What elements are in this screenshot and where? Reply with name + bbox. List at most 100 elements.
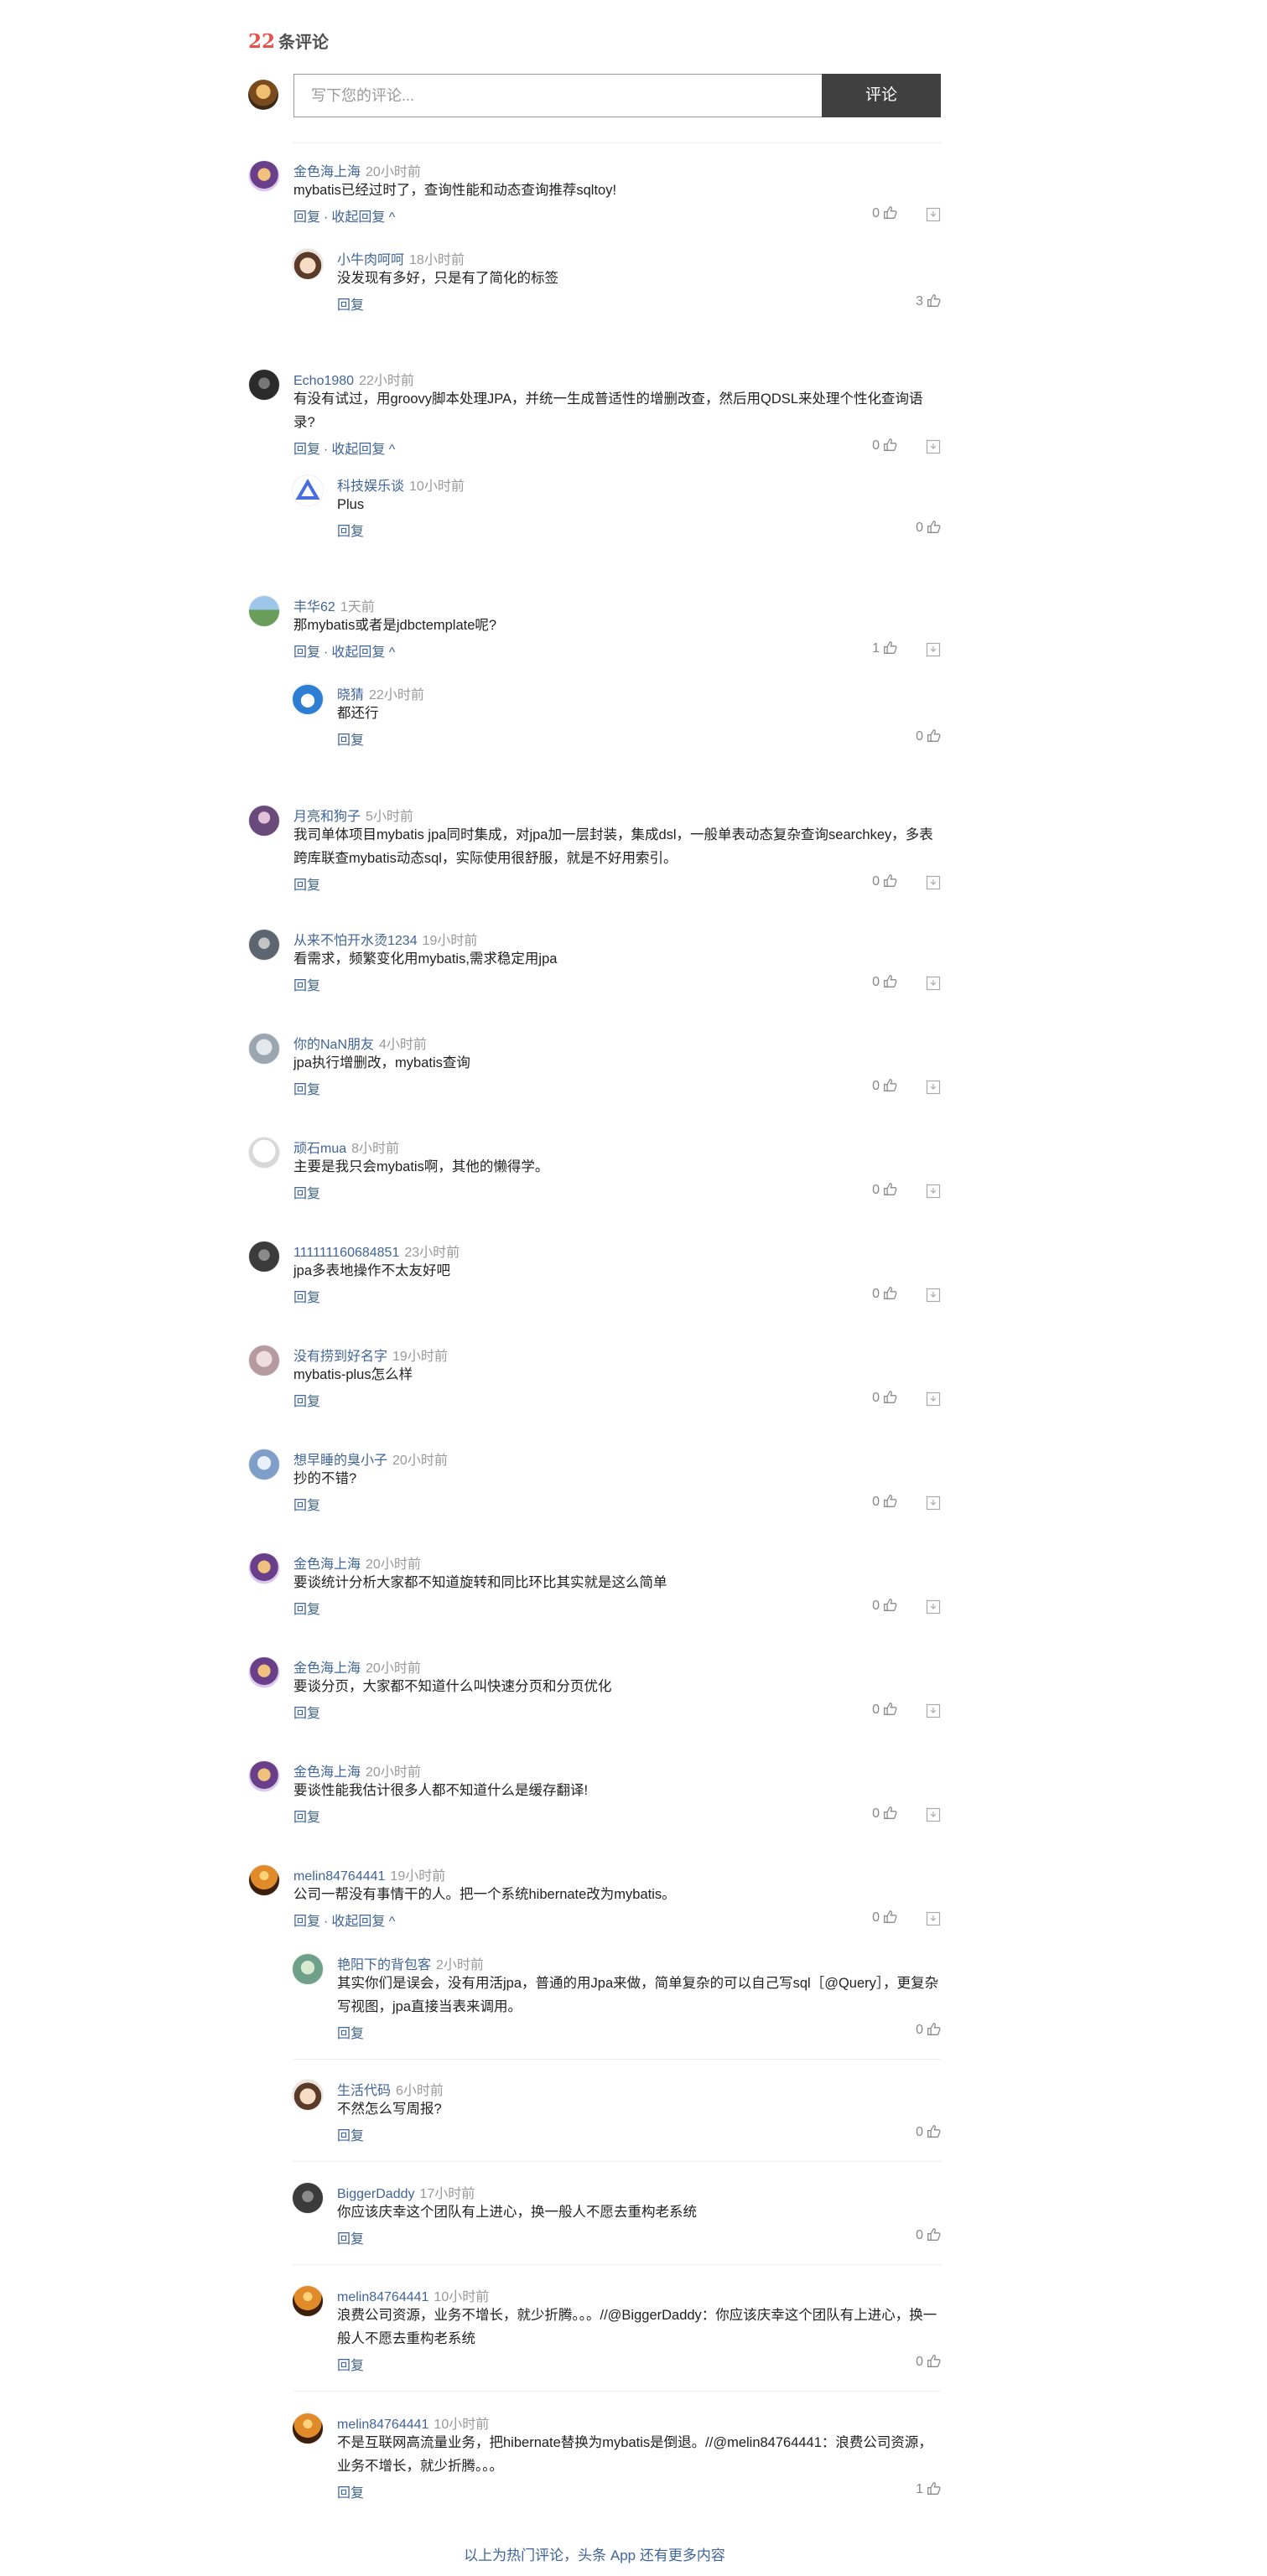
reply-link[interactable]: 回复 bbox=[293, 879, 320, 893]
like-button[interactable]: 0 bbox=[872, 974, 897, 990]
user-name-link[interactable]: 生活代码 bbox=[337, 2084, 391, 2098]
like-button[interactable]: 0 bbox=[872, 1182, 897, 1198]
report-icon[interactable] bbox=[926, 1911, 941, 1926]
thumbs-up-icon[interactable] bbox=[883, 1910, 897, 1924]
user-name-link[interactable]: melin84764441 bbox=[337, 2290, 428, 2304]
report-icon[interactable] bbox=[926, 1807, 941, 1822]
like-button[interactable]: 0 bbox=[872, 1702, 897, 1718]
user-name-link[interactable]: 金色海上海 bbox=[293, 1558, 361, 1572]
like-button[interactable]: 1 bbox=[916, 2481, 941, 2497]
thumbs-up-icon[interactable] bbox=[883, 1182, 897, 1196]
thumbs-up-icon[interactable] bbox=[883, 1390, 897, 1404]
like-button[interactable]: 0 bbox=[872, 1910, 897, 1926]
reply-link[interactable]: 回复 bbox=[293, 1395, 320, 1409]
like-button[interactable]: 0 bbox=[916, 520, 941, 536]
thumbs-up-icon[interactable] bbox=[927, 2354, 941, 2368]
reply-link[interactable]: 回复 bbox=[337, 2359, 364, 2373]
thumbs-up-icon[interactable] bbox=[883, 438, 897, 452]
reply-link[interactable]: 回复 bbox=[293, 645, 320, 660]
thumbs-up-icon[interactable] bbox=[883, 1078, 897, 1092]
like-button[interactable]: 0 bbox=[916, 2354, 941, 2370]
report-icon[interactable] bbox=[926, 439, 941, 454]
user-name-link[interactable]: 晓猜 bbox=[337, 688, 364, 702]
chevron-up-icon[interactable]: ^ bbox=[385, 210, 396, 225]
comment-input[interactable]: 写下您的评论... bbox=[293, 74, 822, 117]
thumbs-up-icon[interactable] bbox=[927, 520, 941, 534]
report-icon[interactable] bbox=[926, 1080, 941, 1095]
reply-link[interactable]: 回复 bbox=[293, 1083, 320, 1097]
thumbs-up-icon[interactable] bbox=[927, 293, 941, 308]
thumbs-up-icon[interactable] bbox=[883, 205, 897, 220]
sketch-avatar[interactable] bbox=[248, 1033, 280, 1065]
thumbs-up-icon[interactable] bbox=[883, 1494, 897, 1508]
like-button[interactable]: 0 bbox=[872, 1390, 897, 1406]
user-name-link[interactable]: 月亮和狗子 bbox=[293, 810, 361, 824]
like-button[interactable]: 1 bbox=[872, 640, 897, 656]
like-button[interactable]: 0 bbox=[916, 728, 941, 744]
thumbs-up-icon[interactable] bbox=[883, 640, 897, 655]
report-icon[interactable] bbox=[926, 1184, 941, 1199]
reply-link[interactable]: 回复 bbox=[337, 2129, 364, 2143]
report-icon[interactable] bbox=[926, 1495, 941, 1511]
user-name-link[interactable]: 从来不怕开水烫1234 bbox=[293, 934, 418, 948]
like-button[interactable]: 0 bbox=[872, 1806, 897, 1822]
user-name-link[interactable]: 想早睡的臭小子 bbox=[293, 1454, 387, 1468]
chevron-up-icon[interactable]: ^ bbox=[385, 645, 396, 660]
user-name-link[interactable]: 金色海上海 bbox=[293, 1661, 361, 1676]
user-name-link[interactable]: Echo1980 bbox=[293, 374, 354, 388]
chevron-up-icon[interactable]: ^ bbox=[385, 1915, 396, 1929]
landscape-avatar[interactable] bbox=[248, 595, 280, 627]
like-button[interactable]: 0 bbox=[916, 2022, 941, 2038]
thumbs-up-icon[interactable] bbox=[883, 873, 897, 888]
cartoon-avatar[interactable] bbox=[248, 160, 280, 192]
anime-avatar[interactable] bbox=[292, 2079, 324, 2111]
user-name-link[interactable]: 科技娱乐谈 bbox=[337, 479, 404, 494]
reply-link[interactable]: 回复 bbox=[293, 1291, 320, 1305]
user-name-link[interactable]: 金色海上海 bbox=[293, 1765, 361, 1780]
purple-avatar[interactable] bbox=[248, 805, 280, 837]
user-name-link[interactable]: 丰华62 bbox=[293, 600, 335, 614]
thumbs-up-icon[interactable] bbox=[883, 1598, 897, 1612]
user-name-link[interactable]: 小牛肉呵呵 bbox=[337, 253, 404, 267]
chevron-up-icon[interactable]: ^ bbox=[385, 443, 396, 457]
cartoon-avatar[interactable] bbox=[248, 1552, 280, 1584]
user-name-link[interactable]: 顽石mua bbox=[293, 1142, 346, 1156]
like-button[interactable]: 0 bbox=[872, 873, 897, 889]
user-name-link[interactable]: 金色海上海 bbox=[293, 165, 361, 179]
report-icon[interactable] bbox=[926, 207, 941, 222]
reply-link[interactable]: 回复 bbox=[293, 210, 320, 225]
thumbs-up-icon[interactable] bbox=[927, 2481, 941, 2496]
user-name-link[interactable]: 111111160684851 bbox=[293, 1246, 399, 1260]
footer-more-link[interactable]: 以上为热门评论，头条 App 还有更多内容 bbox=[248, 2543, 941, 2564]
like-button[interactable]: 0 bbox=[872, 438, 897, 454]
dark-face-avatar[interactable] bbox=[292, 2182, 324, 2214]
report-icon[interactable] bbox=[926, 976, 941, 991]
cartoon-avatar[interactable] bbox=[248, 1760, 280, 1792]
report-icon[interactable] bbox=[926, 1703, 941, 1718]
reply-link[interactable]: 回复 bbox=[293, 443, 320, 457]
doraemon-avatar[interactable] bbox=[292, 683, 324, 715]
user-name-link[interactable]: melin84764441 bbox=[337, 2418, 428, 2432]
report-icon[interactable] bbox=[926, 642, 941, 657]
report-icon[interactable] bbox=[926, 1392, 941, 1407]
reply-link[interactable]: 回复 bbox=[337, 2486, 364, 2501]
like-button[interactable]: 3 bbox=[916, 293, 941, 309]
thumbs-up-icon[interactable] bbox=[883, 974, 897, 988]
user-name-link[interactable]: BiggerDaddy bbox=[337, 2187, 415, 2201]
reply-link[interactable]: 回复 bbox=[293, 1707, 320, 1721]
cartoon-avatar[interactable] bbox=[248, 1656, 280, 1688]
anime-avatar[interactable] bbox=[292, 248, 324, 280]
sunset-avatar[interactable] bbox=[248, 1864, 280, 1896]
blue-avatar[interactable] bbox=[248, 1449, 280, 1480]
report-icon[interactable] bbox=[926, 1599, 941, 1615]
reply-link[interactable]: 回复 bbox=[337, 298, 364, 313]
thumbs-up-icon[interactable] bbox=[927, 728, 941, 743]
pink-avatar[interactable] bbox=[248, 1345, 280, 1376]
thumbs-up-icon[interactable] bbox=[883, 1702, 897, 1716]
report-icon[interactable] bbox=[926, 1288, 941, 1303]
sunset-avatar[interactable] bbox=[292, 2285, 324, 2317]
user-name-link[interactable]: 艳阳下的背包客 bbox=[337, 1958, 431, 1972]
collapse-replies-link[interactable]: 收起回复 bbox=[331, 645, 385, 660]
thumbs-up-icon[interactable] bbox=[883, 1806, 897, 1820]
gray-avatar[interactable] bbox=[248, 929, 280, 961]
